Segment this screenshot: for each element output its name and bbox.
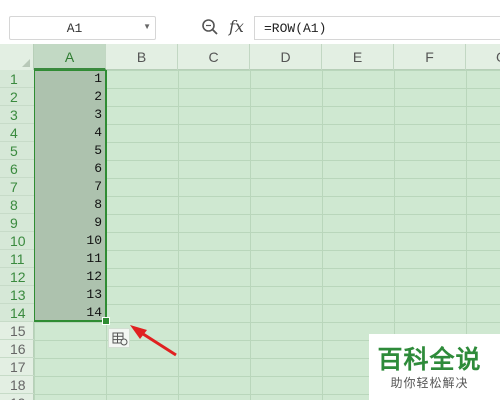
row-header-5[interactable]: 5 (0, 142, 34, 160)
select-all-corner[interactable] (0, 44, 34, 70)
formula-input[interactable]: =ROW(A1) (254, 16, 500, 40)
watermark-subtitle: 助你轻松解决 (390, 376, 469, 390)
row-header-19[interactable]: 19 (0, 394, 34, 400)
column-header-d[interactable]: D (250, 44, 322, 70)
row-header-16[interactable]: 16 (0, 340, 34, 358)
name-box[interactable]: A1 ▼ (9, 16, 156, 40)
column-header-c[interactable]: C (178, 44, 250, 70)
row-header-11[interactable]: 11 (0, 250, 34, 268)
row-headers: 12345678910111213141516171819 (0, 70, 34, 400)
formula-text: =ROW(A1) (264, 21, 327, 36)
row-header-14[interactable]: 14 (0, 304, 34, 322)
row-header-4[interactable]: 4 (0, 124, 34, 142)
column-header-e[interactable]: E (322, 44, 394, 70)
fx-icon[interactable]: fx (229, 17, 244, 36)
row-header-3[interactable]: 3 (0, 106, 34, 124)
row-header-15[interactable]: 15 (0, 322, 34, 340)
column-header-a[interactable]: A (34, 44, 106, 70)
cell-a14[interactable]: 14 (34, 304, 102, 322)
column-header-f[interactable]: F (394, 44, 466, 70)
row-header-1[interactable]: 1 (0, 70, 34, 88)
row-header-8[interactable]: 8 (0, 196, 34, 214)
cell-a9[interactable]: 9 (34, 214, 102, 232)
zoom-icon[interactable] (201, 18, 219, 36)
row-header-18[interactable]: 18 (0, 376, 34, 394)
column-headers: ABCDEFG (0, 44, 500, 70)
cell-a7[interactable]: 7 (34, 178, 102, 196)
cell-a1[interactable]: 1 (34, 70, 102, 88)
row-header-17[interactable]: 17 (0, 358, 34, 376)
watermark-title: 百科全说 (377, 345, 482, 374)
row-header-6[interactable]: 6 (0, 160, 34, 178)
column-header-g[interactable]: G (466, 44, 500, 70)
cell-a8[interactable]: 8 (34, 196, 102, 214)
fill-handle[interactable] (102, 317, 110, 325)
row-header-7[interactable]: 7 (0, 178, 34, 196)
autofill-options-icon (112, 332, 128, 346)
chevron-down-icon[interactable]: ▼ (143, 22, 151, 31)
autofill-options-button[interactable] (108, 328, 130, 348)
cell-a12[interactable]: 12 (34, 268, 102, 286)
cell-a3[interactable]: 3 (34, 106, 102, 124)
cell-a11[interactable]: 11 (34, 250, 102, 268)
row-header-2[interactable]: 2 (0, 88, 34, 106)
cell-a6[interactable]: 6 (34, 160, 102, 178)
cell-a10[interactable]: 10 (34, 232, 102, 250)
cell-a5[interactable]: 5 (34, 142, 102, 160)
cell-a13[interactable]: 13 (34, 286, 102, 304)
row-header-13[interactable]: 13 (0, 286, 34, 304)
row-header-12[interactable]: 12 (0, 268, 34, 286)
formula-bar: A1 ▼ fx =ROW(A1) (0, 0, 500, 44)
row-header-9[interactable]: 9 (0, 214, 34, 232)
cell-a2[interactable]: 2 (34, 88, 102, 106)
name-box-value: A1 (66, 21, 83, 36)
row-header-10[interactable]: 10 (0, 232, 34, 250)
column-header-b[interactable]: B (106, 44, 178, 70)
cell-a4[interactable]: 4 (34, 124, 102, 142)
watermark-logo: 百科全说 助你轻松解决 (369, 334, 500, 400)
